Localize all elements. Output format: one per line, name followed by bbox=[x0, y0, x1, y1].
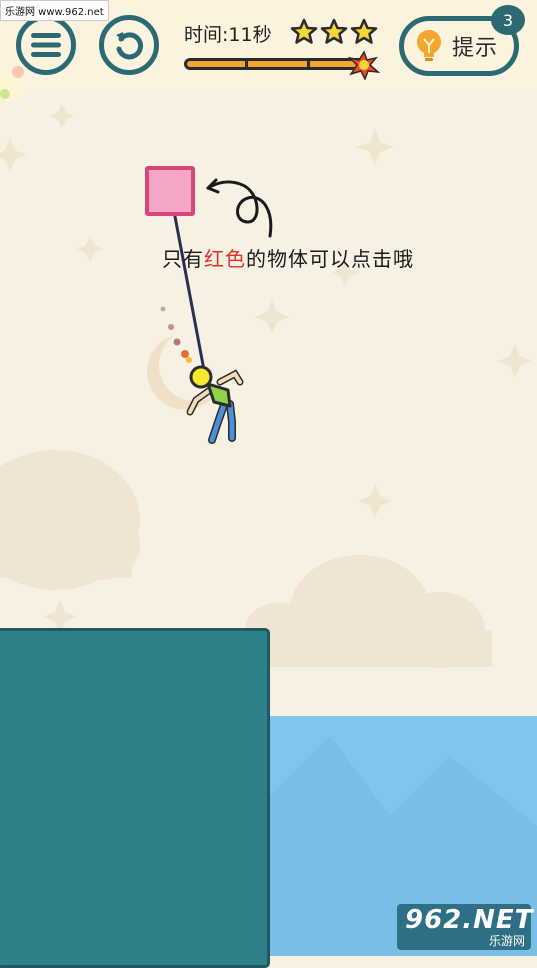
hint-text: 只有红色的物体可以点击哦 bbox=[162, 243, 414, 272]
star-icon bbox=[290, 18, 318, 44]
progress-divider bbox=[307, 61, 310, 67]
star-rating bbox=[290, 18, 378, 44]
rope bbox=[160, 189, 206, 371]
watermark-site: 乐游网 bbox=[488, 934, 525, 948]
menu-icon bbox=[31, 33, 61, 57]
hint-text-part1: 只有 bbox=[162, 247, 204, 271]
curly-arrow-icon bbox=[206, 178, 273, 238]
watermark-brand: 962.NET bbox=[405, 905, 534, 935]
star-icon bbox=[320, 18, 348, 44]
watermark-top: 乐游网 www.962.net bbox=[0, 0, 109, 21]
red-block[interactable] bbox=[145, 166, 195, 216]
lightbulb-icon bbox=[417, 30, 441, 61]
timer-label: 时间:11秒 bbox=[184, 24, 272, 46]
restart-button[interactable] bbox=[99, 15, 159, 75]
progress-divider bbox=[245, 61, 248, 67]
hint-count-badge: 3 bbox=[491, 5, 525, 35]
watermark-bottom: 962.NET 乐游网 bbox=[397, 904, 534, 950]
hint-text-red: 红色 bbox=[204, 247, 246, 271]
hint-text-part2: 的物体可以点击哦 bbox=[246, 247, 414, 271]
fuse-spark-icon bbox=[348, 50, 380, 80]
hint-button-label: 提示 bbox=[452, 36, 499, 61]
menu-button[interactable] bbox=[16, 15, 76, 75]
star-icon bbox=[350, 18, 378, 44]
restart-icon bbox=[116, 32, 144, 60]
stickman bbox=[186, 365, 244, 444]
timer-progress-bar bbox=[184, 58, 366, 70]
